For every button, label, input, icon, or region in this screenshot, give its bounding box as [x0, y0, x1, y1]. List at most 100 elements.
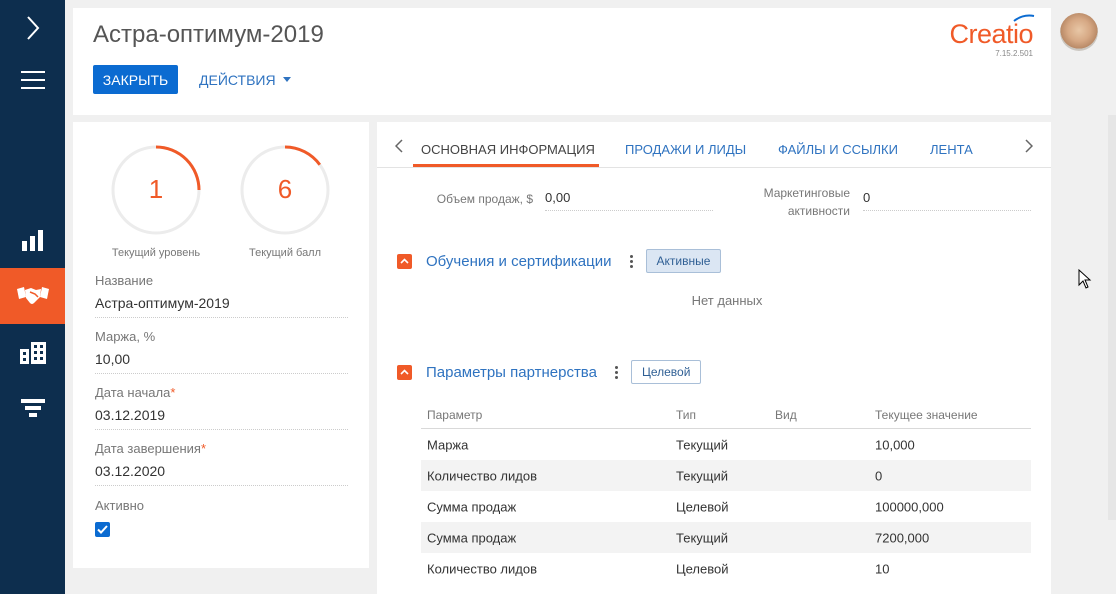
cell-type: Текущий — [676, 468, 728, 483]
accounts-icon[interactable] — [0, 325, 65, 381]
name-input[interactable]: Астра-оптимум-2019 — [95, 295, 348, 318]
field-label: Маржа, % — [95, 329, 156, 344]
column-header-parameter[interactable]: Параметр — [427, 408, 482, 422]
cell-value: 10 — [875, 561, 890, 576]
cell-type: Целевой — [676, 561, 729, 576]
cell-value: 7200,000 — [875, 530, 930, 545]
field-label: Дата завершения — [95, 441, 201, 456]
cell-value: 0 — [875, 468, 883, 483]
cell-parameter: Количество лидов — [427, 468, 537, 483]
cell-parameter: Количество лидов — [427, 561, 537, 576]
table-row[interactable]: Сумма продаж Текущий 7200,000 — [421, 522, 1031, 553]
table-row[interactable]: Сумма продаж Целевой 100000,000 — [421, 491, 1031, 522]
left-navigation — [0, 0, 65, 594]
grid-header: Параметр Тип Вид Текущее значение — [421, 402, 1031, 429]
funnel-icon[interactable] — [0, 381, 65, 437]
avatar[interactable] — [1060, 13, 1098, 51]
cell-parameter: Сумма продаж — [427, 499, 517, 514]
chevron-up-icon — [400, 369, 409, 375]
page-header: Астра-оптимум-2019 ЗАКРЫТЬ ДЕЙСТВИЯ Crea… — [73, 8, 1051, 115]
more-options-icon[interactable] — [630, 254, 634, 268]
chevron-up-icon — [400, 258, 409, 264]
version-label: 7.15.2.501 — [995, 49, 1033, 58]
gauge-label: Текущий уровень — [111, 247, 201, 259]
required-marker: * — [170, 385, 176, 400]
field-label: Дата начала — [95, 385, 171, 400]
partnership-section-title[interactable]: Параметры партнерства — [426, 364, 597, 381]
cell-value: 10,000 — [875, 437, 915, 452]
partnerships-icon[interactable] — [0, 268, 65, 324]
profile-panel: 1 Текущий уровень 6 Текущий балл Названи… — [73, 122, 369, 568]
table-row[interactable]: Количество лидов Целевой 10 — [421, 553, 1031, 584]
marketing-activities-input[interactable]: 0 — [863, 190, 1031, 211]
marketing-activities-label: Маркетинговые активности — [737, 184, 850, 220]
sales-volume-input[interactable]: 0,00 — [545, 190, 713, 211]
table-row[interactable]: Маржа Текущий 10,000 — [421, 429, 1031, 460]
active-checkbox[interactable] — [95, 522, 110, 537]
active-tab-indicator — [413, 164, 599, 167]
cell-type: Целевой — [676, 499, 729, 514]
tab-scroll-right-icon[interactable] — [1025, 139, 1033, 153]
main-panel: ОСНОВНАЯ ИНФОРМАЦИЯ ПРОДАЖИ И ЛИДЫ ФАЙЛЫ… — [377, 122, 1051, 594]
gauge-ring: 1 — [111, 145, 201, 235]
gauge-current-level: 1 Текущий уровень — [106, 140, 206, 259]
collapse-toggle[interactable] — [397, 253, 412, 269]
marketing-label-line2: активности — [787, 204, 850, 218]
required-marker: * — [200, 441, 207, 456]
cell-type: Текущий — [676, 437, 728, 452]
menu-icon[interactable] — [0, 52, 65, 108]
cell-parameter: Маржа — [427, 437, 469, 452]
page-scrollbar[interactable] — [1108, 115, 1116, 520]
cell-type: Текущий — [676, 530, 728, 545]
column-header-current-value[interactable]: Текущее значение — [875, 408, 978, 422]
table-row[interactable]: Количество лидов Текущий 0 — [421, 460, 1031, 491]
column-header-kind[interactable]: Вид — [775, 408, 797, 422]
filter-active-button[interactable]: Активные — [645, 249, 722, 273]
gauge-ring: 6 — [240, 145, 330, 235]
sales-volume-label: Объем продаж, $ — [436, 192, 533, 206]
tab-files-links[interactable]: ФАЙЛЫ И ССЫЛКИ — [778, 142, 898, 157]
gauge-current-score: 6 Текущий балл — [235, 140, 335, 259]
partnership-section-header: Параметры партнерства Целевой — [397, 360, 702, 384]
tab-scroll-left-icon[interactable] — [395, 139, 403, 153]
more-options-icon[interactable] — [615, 365, 619, 379]
close-button[interactable]: ЗАКРЫТЬ — [93, 65, 178, 94]
training-section-title[interactable]: Обучения и сертификации — [426, 253, 612, 270]
chevron-down-icon — [282, 77, 291, 82]
empty-state-text: Нет данных — [691, 293, 763, 308]
field-label: Название — [95, 273, 154, 288]
marketing-label-line1: Маркетинговые — [763, 186, 850, 200]
tab-bar: ОСНОВНАЯ ИНФОРМАЦИЯ ПРОДАЖИ И ЛИДЫ ФАЙЛЫ… — [377, 122, 1051, 168]
field-name: Название Астра-оптимум-2019 — [95, 273, 348, 318]
collapse-toggle[interactable] — [397, 364, 412, 380]
gauge-label: Текущий балл — [248, 247, 322, 259]
actions-button[interactable]: ДЕЙСТВИЯ — [199, 65, 291, 94]
margin-input[interactable]: 10,00 — [95, 351, 348, 374]
gauge-value: 6 — [278, 174, 292, 204]
page-title: Астра-оптимум-2019 — [93, 21, 324, 48]
logo-swoosh-icon — [1013, 14, 1035, 22]
end-date-input[interactable]: 03.12.2020 — [95, 463, 348, 486]
logo-text: Creatio — [949, 19, 1033, 49]
cell-value: 100000,000 — [875, 499, 944, 514]
field-end-date: Дата завершения* 03.12.2020 — [95, 441, 348, 486]
dashboards-icon[interactable] — [0, 212, 65, 268]
mouse-cursor-icon — [1078, 269, 1092, 289]
tab-feed[interactable]: ЛЕНТА — [930, 142, 973, 157]
start-date-input[interactable]: 03.12.2019 — [95, 407, 348, 430]
cell-parameter: Сумма продаж — [427, 530, 517, 545]
tab-sales-leads[interactable]: ПРОДАЖИ И ЛИДЫ — [625, 142, 746, 157]
check-icon — [97, 525, 108, 534]
field-active: Активно — [95, 498, 348, 513]
training-section-header: Обучения и сертификации Активные — [397, 249, 722, 273]
field-label: Активно — [95, 498, 145, 513]
field-margin: Маржа, % 10,00 — [95, 329, 348, 374]
column-header-type[interactable]: Тип — [676, 408, 696, 422]
tab-main-info[interactable]: ОСНОВНАЯ ИНФОРМАЦИЯ — [421, 142, 595, 157]
creatio-logo: Creatio 7.15.2.501 — [949, 14, 1035, 58]
filter-target-button[interactable]: Целевой — [630, 360, 702, 384]
field-start-date: Дата начала* 03.12.2019 — [95, 385, 348, 430]
partnership-grid: Параметр Тип Вид Текущее значение Маржа … — [421, 402, 1031, 584]
actions-label: ДЕЙСТВИЯ — [199, 71, 276, 88]
expand-icon[interactable] — [0, 0, 65, 56]
